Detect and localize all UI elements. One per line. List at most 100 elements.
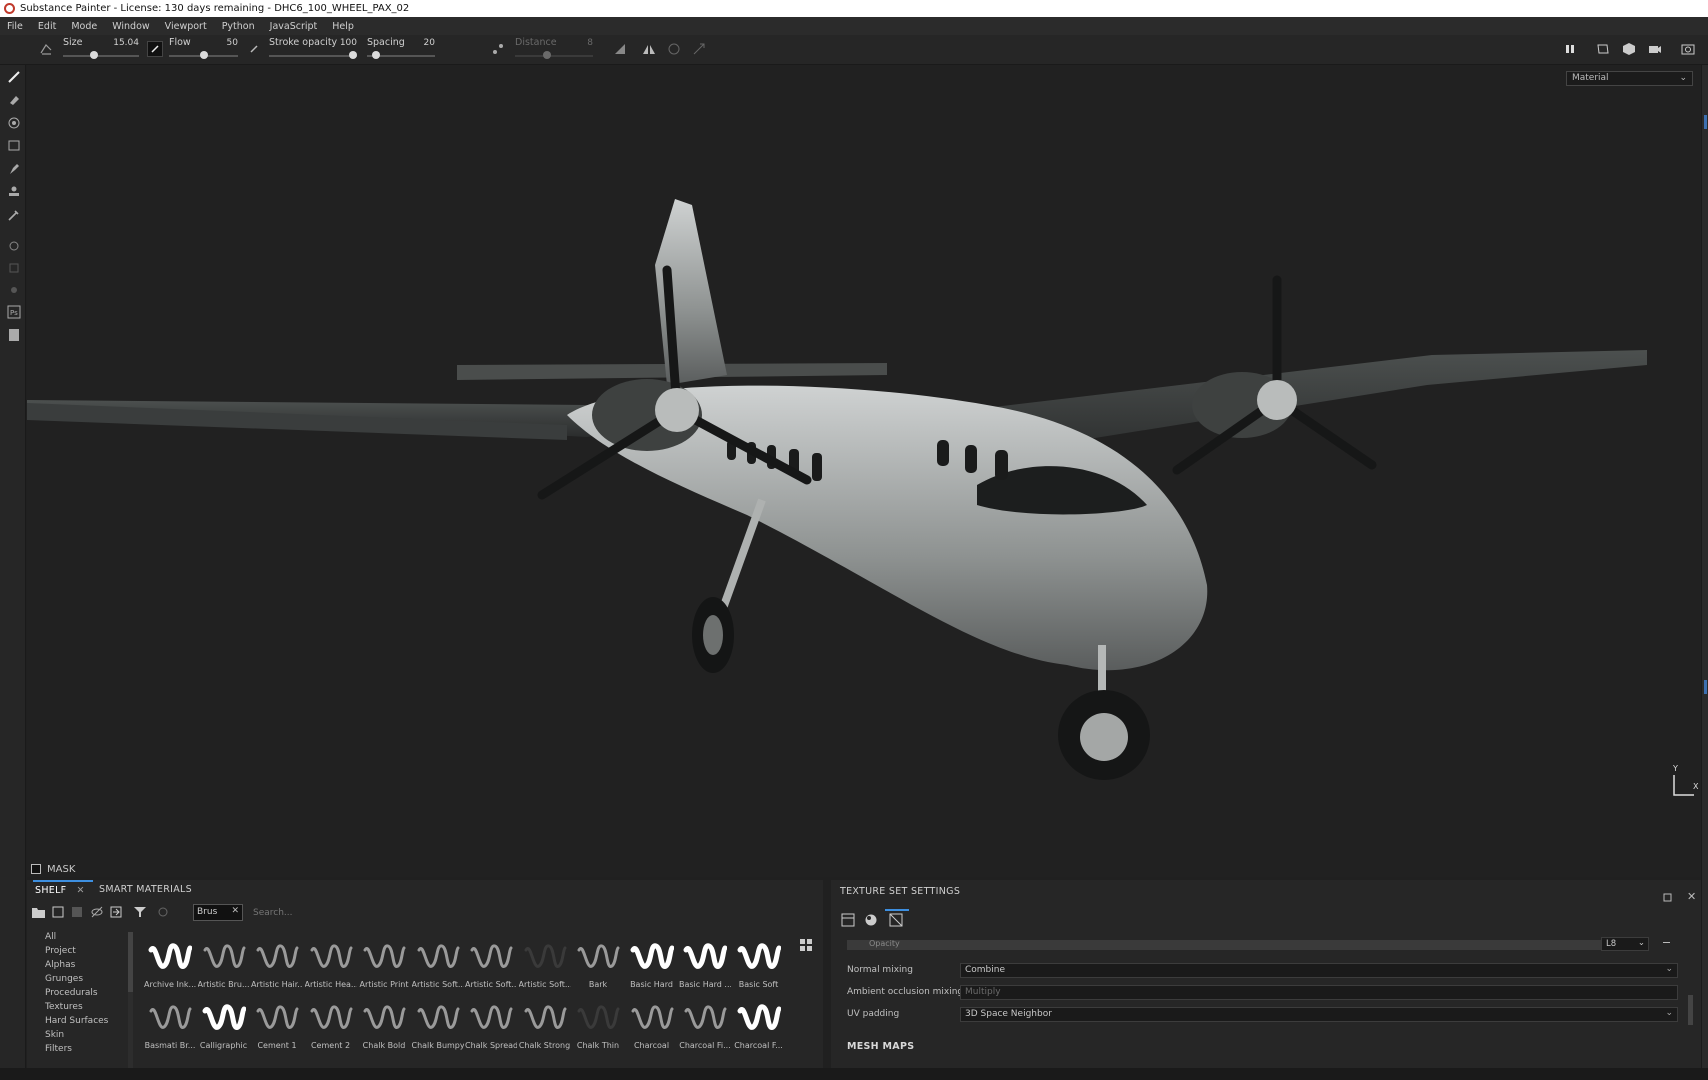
panel-scrollbar[interactable] bbox=[1688, 995, 1693, 1025]
symmetry-icon[interactable] bbox=[641, 41, 657, 57]
brush-item[interactable]: Chalk Spread bbox=[465, 997, 517, 1059]
category-procedurals[interactable]: Procedurals bbox=[45, 988, 98, 998]
photoshop-export-icon[interactable]: Ps bbox=[5, 303, 23, 321]
category-filters[interactable]: Filters bbox=[45, 1044, 72, 1054]
fill-projection-icon[interactable] bbox=[666, 41, 682, 57]
stroke-opacity-value[interactable]: 100 bbox=[340, 38, 357, 48]
transform-icon[interactable] bbox=[691, 41, 707, 57]
camera-settings-icon[interactable] bbox=[1647, 41, 1663, 57]
brush-item[interactable]: Basmati Br... bbox=[144, 997, 196, 1059]
pen-pressure-flow-icon[interactable] bbox=[246, 41, 262, 57]
shelf-search-input[interactable] bbox=[249, 904, 549, 921]
category-project[interactable]: Project bbox=[45, 946, 76, 956]
category-textures[interactable]: Textures bbox=[45, 1002, 83, 1012]
display-settings-cube-icon[interactable] bbox=[1621, 41, 1637, 57]
category-skin[interactable]: Skin bbox=[45, 1030, 64, 1040]
physical-paint-icon[interactable] bbox=[5, 237, 23, 255]
brush-item[interactable]: Charcoal Fi... bbox=[679, 997, 731, 1059]
plugin-icon[interactable] bbox=[5, 281, 23, 299]
menu-python[interactable]: Python bbox=[215, 21, 263, 32]
filter-icon[interactable] bbox=[133, 905, 147, 919]
tab-shelf[interactable]: SHELF ✕ bbox=[33, 880, 93, 899]
normal-mixing-dropdown[interactable]: Combine ⌄ bbox=[960, 963, 1678, 978]
brush-item[interactable]: Charcoal F... bbox=[733, 997, 785, 1059]
3d-viewport[interactable]: Y X bbox=[27, 65, 1701, 877]
brush-item[interactable]: Artistic Hea... bbox=[305, 936, 357, 998]
eraser-tool-icon[interactable] bbox=[5, 91, 23, 109]
ao-mixing-dropdown[interactable]: Multiply bbox=[960, 985, 1678, 1000]
remove-filter-icon[interactable]: ✕ bbox=[231, 906, 239, 916]
document-icon[interactable] bbox=[5, 326, 23, 344]
pen-pressure-size-button[interactable] bbox=[147, 41, 163, 57]
menu-window[interactable]: Window bbox=[105, 21, 157, 32]
menu-javascript[interactable]: JavaScript bbox=[263, 21, 326, 32]
stroke-opacity-slider[interactable]: Stroke opacity 100 bbox=[269, 35, 357, 65]
viewport-display-mode-dropdown[interactable]: Material ⌄ bbox=[1566, 71, 1693, 86]
channel-format-dropdown[interactable]: L8 ⌄ bbox=[1601, 937, 1649, 951]
mesh-maps-tab-icon[interactable] bbox=[889, 913, 903, 930]
menu-viewport[interactable]: Viewport bbox=[158, 21, 215, 32]
menu-mode[interactable]: Mode bbox=[64, 21, 105, 32]
menu-file[interactable]: File bbox=[0, 21, 31, 32]
brush-item[interactable]: Cement 2 bbox=[305, 997, 357, 1059]
size-slider-handle[interactable] bbox=[90, 51, 99, 59]
bake-icon[interactable] bbox=[5, 259, 23, 277]
distance-value[interactable]: 8 bbox=[587, 38, 593, 48]
spacing-value[interactable]: 20 bbox=[424, 38, 435, 48]
flow-value[interactable]: 50 bbox=[227, 38, 238, 48]
close-panel-icon[interactable]: ✕ bbox=[1687, 890, 1696, 903]
pause-render-icon[interactable] bbox=[1562, 41, 1578, 57]
uv-padding-dropdown[interactable]: 3D Space Neighbor ⌄ bbox=[960, 1007, 1678, 1022]
hide-icon[interactable] bbox=[90, 905, 104, 919]
categories-scrollbar[interactable] bbox=[128, 932, 133, 1068]
polygon-fill-tool-icon[interactable] bbox=[5, 137, 23, 155]
brush-item[interactable]: Chalk Bold bbox=[358, 997, 410, 1059]
grid-view-icon[interactable] bbox=[800, 939, 812, 951]
menu-help[interactable]: Help bbox=[325, 21, 362, 32]
brush-item[interactable]: Chalk Bumpy bbox=[412, 997, 464, 1059]
brush-item[interactable]: Charcoal bbox=[626, 997, 678, 1059]
brush-item[interactable]: Artistic Soft... bbox=[412, 936, 464, 998]
clone-stamp-tool-icon[interactable] bbox=[5, 183, 23, 201]
channels-tab-icon[interactable] bbox=[841, 913, 855, 930]
reset-filter-icon[interactable] bbox=[156, 905, 170, 919]
flow-slider[interactable]: Flow 50 bbox=[169, 35, 238, 65]
spacing-slider[interactable]: Spacing 20 bbox=[367, 35, 435, 65]
brush-item[interactable]: Artistic Print bbox=[358, 936, 410, 998]
stroke-opacity-slider-handle[interactable] bbox=[349, 51, 357, 59]
brush-item[interactable]: Bark bbox=[572, 936, 624, 998]
aircraft-model-render[interactable]: Y X bbox=[27, 65, 1701, 877]
brush-item[interactable]: Basic Hard bbox=[626, 936, 678, 998]
import-icon[interactable] bbox=[109, 905, 123, 919]
paint-brush-tool-icon[interactable] bbox=[5, 68, 23, 86]
folder-icon[interactable] bbox=[31, 905, 45, 919]
category-hard-surfaces[interactable]: Hard Surfaces bbox=[45, 1016, 108, 1026]
close-tab-icon[interactable]: ✕ bbox=[76, 885, 84, 896]
spacing-slider-handle[interactable] bbox=[371, 51, 380, 59]
distance-slider-handle[interactable] bbox=[543, 51, 551, 59]
lazy-mouse-icon[interactable] bbox=[38, 41, 54, 57]
color-picker-tool-icon[interactable] bbox=[5, 206, 23, 224]
brush-item[interactable]: Artistic Hair... bbox=[251, 936, 303, 998]
undock-icon[interactable] bbox=[1663, 893, 1672, 905]
category-all[interactable]: All bbox=[45, 932, 56, 942]
category-alphas[interactable]: Alphas bbox=[45, 960, 75, 970]
new-shelf-icon[interactable] bbox=[51, 905, 65, 919]
brush-item[interactable]: Artistic Bru... bbox=[198, 936, 250, 998]
angle-icon[interactable] bbox=[612, 41, 628, 57]
brush-item[interactable]: Artistic Soft... bbox=[519, 936, 571, 998]
brush-item[interactable]: Chalk Strong bbox=[519, 997, 571, 1059]
brush-item[interactable]: Basic Hard ... bbox=[679, 936, 731, 998]
lazy-mouse-toggle-icon[interactable] bbox=[490, 41, 506, 57]
mask-checkbox[interactable] bbox=[31, 864, 41, 874]
size-slider[interactable]: Size 15.04 bbox=[63, 35, 139, 65]
projection-tool-icon[interactable] bbox=[5, 114, 23, 132]
opacity-row[interactable]: Opacity bbox=[847, 939, 1610, 950]
brush-item[interactable]: Cement 1 bbox=[251, 997, 303, 1059]
tab-smart-materials[interactable]: SMART MATERIALS bbox=[99, 880, 192, 899]
remove-channel-icon[interactable] bbox=[1663, 942, 1670, 943]
mask-toggle[interactable]: MASK bbox=[27, 860, 427, 878]
brush-item[interactable]: Artistic Soft... bbox=[465, 936, 517, 998]
category-grunges[interactable]: Grunges bbox=[45, 974, 83, 984]
brush-item[interactable]: Archive Ink... bbox=[144, 936, 196, 998]
